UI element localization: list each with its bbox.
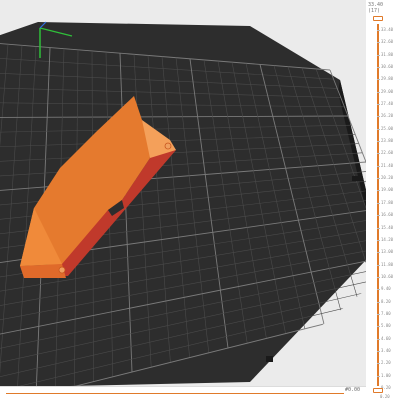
layer-tick-label: 13.00 [381, 249, 394, 255]
layer-tick-label: 19.00 [381, 187, 394, 193]
layer-bottom-readout: 0.20 [380, 394, 390, 399]
layer-tick-label: 31.80 [381, 51, 394, 57]
layer-top-index: (17) [368, 8, 381, 14]
layer-tick-mark [377, 202, 380, 204]
layer-tick-label: 20.20 [381, 175, 394, 181]
horizontal-slider-track[interactable] [6, 393, 344, 394]
bed-clip-right [352, 176, 360, 181]
layer-slider[interactable]: 33.40 (17) 33.40 32.60 31.80 30.60 29.80 29.0… [366, 0, 400, 400]
layer-tick-label: 8.20 [381, 298, 391, 304]
horizontal-slider-value: #0.00 [344, 387, 360, 393]
layer-tick-label: 21.40 [381, 162, 394, 168]
layer-tick-label: 22.60 [381, 150, 394, 156]
layer-tick-label: 26.20 [381, 113, 394, 119]
layer-tick-label: 23.80 [381, 138, 394, 144]
layer-tick-mark [377, 54, 380, 56]
layer-tick-mark [377, 116, 380, 118]
layer-tick-mark [377, 30, 380, 31]
layer-slider-track[interactable] [377, 24, 379, 386]
layer-tick-mark [377, 363, 380, 365]
layer-tick-mark [377, 215, 380, 217]
layer-tick-label: 29.80 [381, 76, 394, 82]
layer-tick-labels: 33.40 32.60 31.80 30.60 29.80 29.00 27.40 26.20… [377, 20, 400, 390]
layer-tick-mark [377, 165, 380, 167]
layer-tick-label: 14.20 [381, 236, 394, 242]
layer-tick-mark [377, 350, 380, 352]
layer-tick-label: 3.40 [381, 347, 391, 353]
layer-tick-mark [377, 252, 380, 254]
layer-tick-mark [377, 178, 380, 180]
layer-tick-label: 2.20 [381, 360, 391, 366]
layer-tick-mark [377, 313, 380, 315]
layer-tick-label: 16.60 [381, 212, 394, 218]
layer-tick-mark [377, 301, 380, 303]
layer-tick-label: 1.00 [381, 372, 391, 378]
layer-tick-mark [377, 326, 380, 328]
3d-viewport[interactable] [0, 0, 366, 388]
object-hole-bottom [58, 266, 66, 274]
horizontal-move-slider[interactable]: #0.00 [0, 386, 366, 401]
layer-tick-mark [377, 67, 380, 69]
layer-tick-mark [377, 264, 380, 266]
layer-tick-mark [377, 42, 380, 44]
layer-slider-bottom-handle[interactable] [373, 388, 383, 393]
layer-tick-mark [377, 375, 380, 377]
scene-canvas[interactable] [0, 0, 366, 388]
layer-tick-label: 10.60 [381, 273, 394, 279]
layer-tick-mark [377, 190, 380, 192]
layer-tick-mark [377, 239, 380, 241]
layer-tick-label: 11.80 [381, 261, 394, 267]
layer-tick-label: 9.40 [381, 286, 391, 292]
layer-tick-label: 33.40 [381, 27, 394, 32]
layer-tick-mark [377, 128, 380, 130]
layer-tick-mark [377, 153, 380, 155]
layer-tick-mark [377, 79, 380, 81]
layer-tick-label: 32.60 [381, 39, 394, 45]
layer-tick-label: 4.60 [381, 335, 391, 341]
layer-top-readout: 33.40 (17) [368, 2, 383, 14]
layer-tick-label: 5.80 [381, 323, 391, 329]
layer-tick-label: 29.00 [381, 88, 394, 94]
object-hole-top [164, 142, 172, 150]
layer-tick-label: 30.60 [381, 64, 394, 70]
layer-tick-label: 17.80 [381, 199, 394, 205]
layer-tick-mark [377, 104, 380, 106]
layer-tick-mark [377, 338, 380, 340]
layer-tick-label: 25.00 [381, 125, 394, 131]
layer-tick-label: 7.00 [381, 310, 391, 316]
layer-tick-mark [377, 227, 380, 229]
layer-tick-label: 15.40 [381, 224, 394, 230]
layer-tick-label: 27.40 [381, 101, 394, 107]
layer-tick-mark [377, 276, 380, 278]
layer-tick-mark [377, 289, 380, 291]
bed-clip-bottom [266, 356, 273, 362]
layer-tick-mark [377, 91, 380, 93]
layer-tick-mark [377, 141, 380, 143]
